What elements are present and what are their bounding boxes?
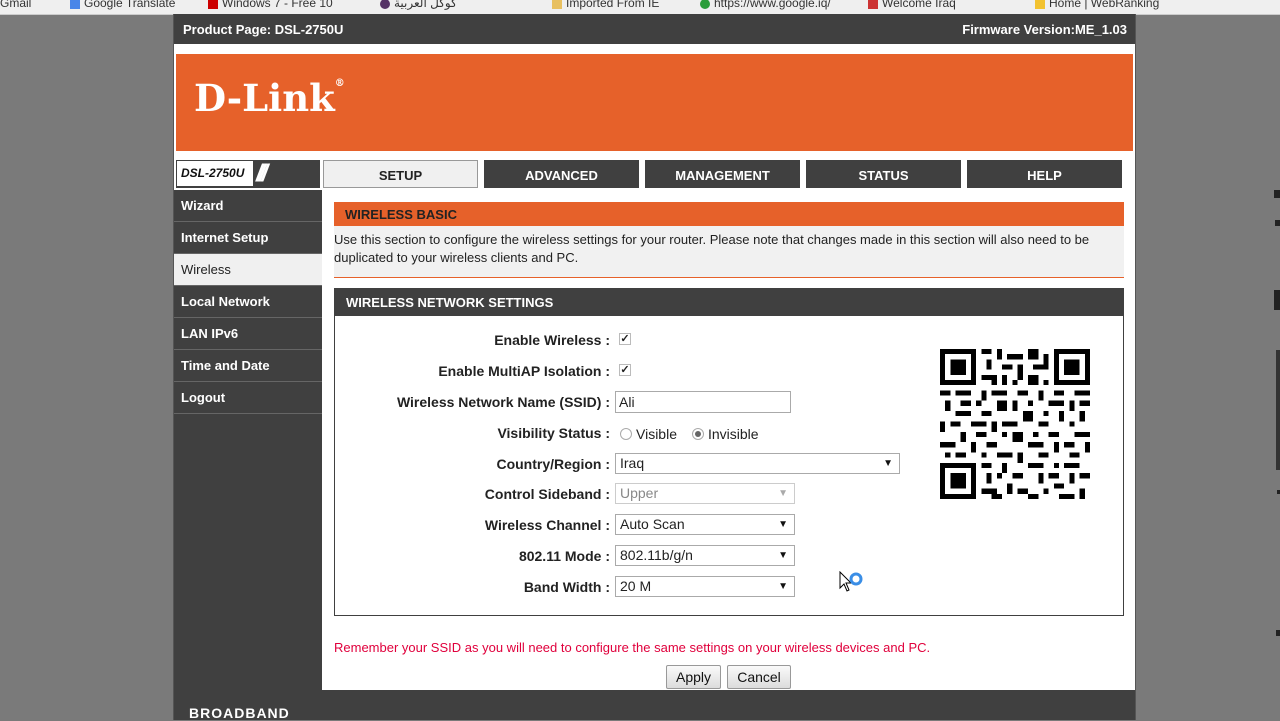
footer-broadband: BROADBAND (189, 705, 290, 721)
router-page: Product Page: DSL-2750U Firmware Version… (173, 14, 1136, 721)
tab-help[interactable]: HELP (967, 160, 1122, 188)
model-label: DSL-2750U (177, 161, 253, 186)
ssid-label: Wireless Network Name (SSID) : (396, 394, 610, 410)
visibility-visible-option[interactable]: Visible (620, 426, 677, 441)
invisible-label: Invisible (708, 426, 759, 443)
mode-label: 802.11 Mode : (518, 548, 610, 564)
globe-icon (700, 0, 710, 9)
dlink-logo: D-Link® (194, 76, 345, 120)
bookmark-item[interactable]: Windows 7 - Free 10 (208, 0, 333, 10)
enable-wireless-row: Enable Wireless : ✓ (335, 327, 895, 353)
bookmark-item[interactable]: https://www.google.iq/ (700, 0, 831, 10)
product-page-label: Product Page: DSL-2750U (183, 22, 344, 37)
sideband-select: Upper ▼ (615, 483, 795, 504)
dropdown-arrow-icon: ▼ (778, 488, 788, 499)
sidebar-item-local-network[interactable]: Local Network (174, 286, 322, 318)
folder-icon (552, 0, 562, 9)
background-edge-decoration (1274, 190, 1280, 636)
sidebar-item-logout[interactable]: Logout (174, 382, 322, 414)
main-nav: DSL-2750U /// SETUP ADVANCED MANAGEMENT … (174, 158, 1135, 190)
bookmark-item[interactable]: Imported From IE (552, 0, 659, 10)
sidebar: Wizard Internet Setup Wireless Local Net… (174, 190, 322, 690)
brand-banner: D-Link® (176, 54, 1133, 151)
invisible-radio[interactable] (692, 428, 704, 441)
enable-wireless-label: Enable Wireless : (494, 332, 610, 348)
tab-advanced[interactable]: ADVANCED (484, 160, 639, 188)
multiap-row: Enable MultiAP Isolation : ✓ (335, 358, 895, 384)
enable-wireless-checkbox[interactable]: ✓ (619, 333, 631, 345)
mode-row: 802.11 Mode : 802.11b/g/n ▼ (335, 543, 895, 569)
country-row: Country/Region : Iraq ▼ (335, 451, 900, 477)
bandwidth-label: Band Width : (523, 579, 610, 595)
channel-label: Wireless Channel : (484, 517, 610, 533)
video-icon (208, 0, 218, 9)
bookmark-item[interactable]: Gmail (0, 0, 31, 10)
ssid-row: Wireless Network Name (SSID) : Ali (335, 389, 895, 415)
sideband-label: Control Sideband : (484, 486, 610, 502)
dropdown-arrow-icon: ▼ (778, 550, 788, 561)
country-label: Country/Region : (496, 456, 610, 472)
sidebar-item-time-date[interactable]: Time and Date (174, 350, 322, 382)
visibility-label: Visibility Status : (497, 425, 610, 441)
model-box: DSL-2750U /// (176, 160, 320, 188)
firmware-version: Firmware Version:ME_1.03 (962, 22, 1127, 37)
translate-icon (70, 0, 80, 9)
visible-radio[interactable] (620, 428, 632, 441)
country-select[interactable]: Iraq ▼ (615, 453, 900, 474)
mode-select[interactable]: 802.11b/g/n ▼ (615, 545, 795, 566)
channel-select[interactable]: Auto Scan ▼ (615, 514, 795, 535)
wireless-settings-panel: WIRELESS NETWORK SETTINGS Enable Wireles… (334, 288, 1124, 616)
section-description: Use this section to configure the wirele… (334, 226, 1124, 278)
bandwidth-select[interactable]: 20 M ▼ (615, 576, 795, 597)
dropdown-arrow-icon: ▼ (778, 581, 788, 592)
section-title: WIRELESS BASIC (334, 202, 1124, 226)
sidebar-item-internet-setup[interactable]: Internet Setup (174, 222, 322, 254)
visibility-invisible-option[interactable]: Invisible (692, 426, 759, 441)
bandwidth-row: Band Width : 20 M ▼ (335, 574, 895, 600)
ssid-input[interactable]: Ali (615, 391, 791, 413)
footer-bar: BROADBAND (174, 690, 1135, 721)
dropdown-arrow-icon: ▼ (778, 519, 788, 530)
bookmark-item[interactable]: Home | WebRanking (1035, 0, 1159, 10)
sideband-row: Control Sideband : Upper ▼ (335, 481, 895, 507)
site-icon (868, 0, 878, 9)
dropdown-arrow-icon: ▼ (883, 458, 893, 469)
ssid-reminder-note: Remember your SSID as you will need to c… (334, 640, 931, 655)
busy-cursor-icon (839, 571, 863, 592)
tab-management[interactable]: MANAGEMENT (645, 160, 800, 188)
tab-status[interactable]: STATUS (806, 160, 961, 188)
visible-label: Visible (636, 426, 677, 443)
channel-row: Wireless Channel : Auto Scan ▼ (335, 512, 895, 538)
panel-title: WIRELESS NETWORK SETTINGS (335, 289, 1123, 316)
qr-code-icon (940, 349, 1090, 499)
tab-setup[interactable]: SETUP (323, 160, 478, 188)
sidebar-item-lan-ipv6[interactable]: LAN IPv6 (174, 318, 322, 350)
cancel-button[interactable]: Cancel (727, 665, 791, 689)
visibility-row: Visibility Status : Visible Invisible (335, 420, 895, 446)
apply-button[interactable]: Apply (666, 665, 721, 689)
bookmark-item[interactable]: كوكل العربية (380, 0, 457, 10)
bookmarks-bar: Gmail Google Translate Windows 7 - Free … (0, 0, 1280, 15)
multiap-label: Enable MultiAP Isolation : (438, 363, 610, 379)
bookmark-item[interactable]: Welcome Iraq (868, 0, 956, 10)
bookmark-item[interactable]: Google Translate (70, 0, 175, 10)
slash-decoration: /// (256, 160, 268, 187)
sidebar-item-wizard[interactable]: Wizard (174, 190, 322, 222)
top-bar: Product Page: DSL-2750U Firmware Version… (174, 14, 1135, 44)
sidebar-item-wireless[interactable]: Wireless (174, 254, 322, 286)
site-icon (1035, 0, 1045, 9)
multiap-checkbox[interactable]: ✓ (619, 364, 631, 376)
site-icon (380, 0, 390, 9)
